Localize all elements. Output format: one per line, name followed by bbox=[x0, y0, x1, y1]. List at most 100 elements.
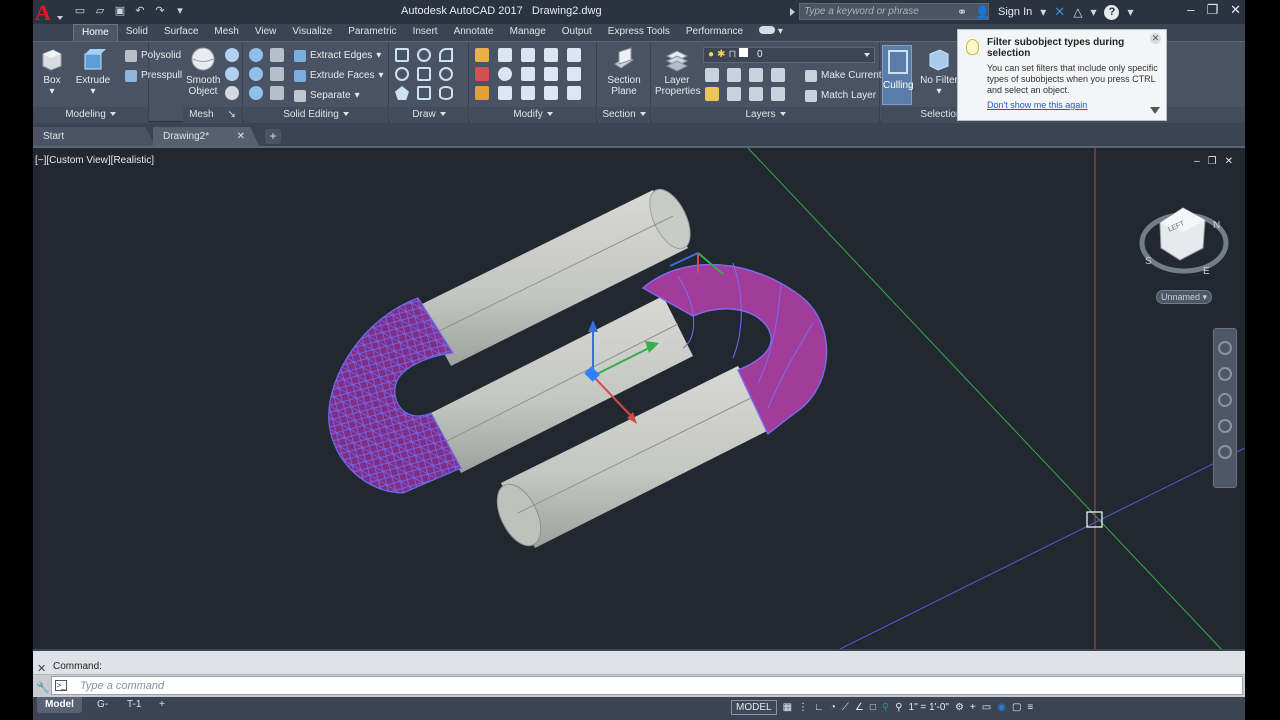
intersect-icon[interactable] bbox=[249, 86, 263, 100]
line-icon[interactable] bbox=[395, 48, 409, 62]
dont-show-again-link[interactable]: Don't show me this again bbox=[987, 100, 1158, 110]
3d-rotate-icon[interactable] bbox=[521, 48, 535, 62]
new-tab-button[interactable]: + bbox=[265, 129, 281, 144]
layer-unlock-icon[interactable] bbox=[771, 87, 785, 101]
no-filter-button[interactable]: No Filter ▾ bbox=[919, 46, 959, 97]
layer-properties-button[interactable]: Layer Properties bbox=[655, 46, 701, 97]
mirror-icon[interactable] bbox=[544, 48, 558, 62]
grid-icon[interactable]: ▦ bbox=[783, 702, 792, 713]
xline-icon[interactable] bbox=[417, 67, 431, 81]
clean-screen-icon[interactable]: ▢ bbox=[1012, 702, 1021, 713]
restore-icon[interactable]: ❐ bbox=[1206, 2, 1218, 18]
object-snap-tracking-icon[interactable]: ∠ bbox=[855, 702, 864, 713]
user-icon[interactable]: 👤 bbox=[975, 5, 990, 19]
tab-annotate[interactable]: Annotate bbox=[446, 24, 502, 41]
sign-in-button[interactable]: Sign In bbox=[998, 6, 1032, 18]
isodraft-icon[interactable]: ⟋ bbox=[842, 702, 849, 713]
save-icon[interactable]: ▣ bbox=[113, 4, 127, 18]
mesh-smooth-more-icon[interactable] bbox=[225, 48, 239, 62]
snap-icon[interactable]: ⋮ bbox=[798, 702, 808, 713]
modeling-panel-title[interactable]: Modeling bbox=[33, 107, 148, 123]
new-layout-button[interactable]: + bbox=[151, 697, 173, 713]
tab-performance[interactable]: Performance bbox=[678, 24, 751, 41]
mesh-smooth-less-icon[interactable] bbox=[225, 67, 239, 81]
layer-dropdown[interactable]: ● ✱ ⊓ 0 bbox=[703, 47, 875, 63]
subtract-icon[interactable] bbox=[249, 67, 263, 81]
align-icon[interactable] bbox=[475, 86, 489, 100]
layer-thaw-icon[interactable] bbox=[727, 87, 741, 101]
culling-button[interactable]: Culling bbox=[882, 45, 914, 105]
layer-off-icon[interactable] bbox=[749, 68, 763, 82]
signin-dropdown-icon[interactable]: ▾ bbox=[1040, 5, 1046, 19]
auto-scale-icon[interactable]: ⚲ bbox=[895, 702, 902, 713]
offset-icon[interactable] bbox=[521, 86, 535, 100]
circle-icon[interactable] bbox=[439, 67, 453, 81]
polygon-icon[interactable] bbox=[395, 86, 409, 100]
tab-model[interactable]: Model bbox=[37, 697, 82, 713]
union-icon[interactable] bbox=[249, 48, 263, 62]
join-icon[interactable] bbox=[544, 86, 558, 100]
extrude-faces-button[interactable]: Extrude Faces ▾ bbox=[294, 68, 384, 84]
ribbon-display-toggle[interactable]: ▾ bbox=[751, 24, 791, 41]
tab-parametric[interactable]: Parametric bbox=[340, 24, 404, 41]
wrench-icon[interactable]: 🔧 bbox=[36, 681, 50, 694]
fillet-icon[interactable] bbox=[567, 67, 581, 81]
binoculars-icon[interactable]: ⚭ bbox=[957, 5, 967, 19]
layer-isolate-icon[interactable] bbox=[705, 68, 719, 82]
close-icon[interactable]: ✕ bbox=[1150, 33, 1161, 44]
tab-insert[interactable]: Insert bbox=[405, 24, 446, 41]
search-expand-icon[interactable] bbox=[790, 8, 795, 16]
zoom-icon[interactable] bbox=[1218, 393, 1232, 407]
workspace-gear-icon[interactable]: ⚙ bbox=[955, 702, 964, 713]
undo-icon[interactable]: ↶ bbox=[133, 4, 147, 18]
new-file-icon[interactable]: ▭ bbox=[73, 4, 87, 18]
close-icon[interactable]: ✕ bbox=[37, 662, 46, 675]
solid-editing-panel-title[interactable]: Solid Editing bbox=[244, 107, 388, 123]
customization-menu-icon[interactable]: ≡ bbox=[1027, 702, 1033, 713]
mesh-refine-icon[interactable] bbox=[225, 86, 239, 100]
polar-icon[interactable]: ◔ bbox=[830, 702, 836, 713]
box-button[interactable]: Box ▾ bbox=[38, 46, 66, 97]
tab-mesh[interactable]: Mesh bbox=[206, 24, 246, 41]
extrude-button[interactable]: Extrude ▾ bbox=[73, 46, 113, 97]
model-viewport[interactable]: S E N LEFT [−][Custom View][Realistic] –… bbox=[33, 146, 1245, 649]
exchange-apps-icon[interactable]: ✕ bbox=[1054, 4, 1065, 20]
showmotion-icon[interactable] bbox=[1218, 445, 1232, 459]
compass-n-label[interactable]: N bbox=[1213, 220, 1220, 231]
viewport-controls-label[interactable]: [−][Custom View][Realistic] bbox=[35, 155, 154, 166]
steering-wheel-icon[interactable] bbox=[1218, 341, 1232, 355]
array-icon[interactable] bbox=[498, 86, 512, 100]
tab-output[interactable]: Output bbox=[554, 24, 600, 41]
ortho-icon[interactable]: ∟ bbox=[814, 702, 824, 713]
polyline-icon[interactable] bbox=[417, 48, 431, 62]
model-space-button[interactable]: MODEL bbox=[731, 699, 777, 715]
open-file-icon[interactable]: ▱ bbox=[93, 4, 107, 18]
arc-icon[interactable] bbox=[439, 48, 453, 62]
stay-connected-dropdown-icon[interactable]: ▾ bbox=[1090, 5, 1096, 19]
close-icon[interactable]: ✕ bbox=[1230, 2, 1241, 18]
presspull-button[interactable]: Presspull bbox=[125, 68, 182, 84]
layer-lock-icon[interactable] bbox=[771, 68, 785, 82]
explode-icon[interactable] bbox=[567, 86, 581, 100]
smooth-object-button[interactable]: Smooth Object bbox=[186, 46, 220, 97]
spline-icon[interactable] bbox=[395, 67, 409, 81]
viewport-restore-icon[interactable]: ❐ bbox=[1208, 156, 1217, 167]
tab-home[interactable]: Home bbox=[73, 24, 118, 41]
tab-surface[interactable]: Surface bbox=[156, 24, 206, 41]
draw-panel-title[interactable]: Draw bbox=[390, 107, 468, 123]
layer-on-icon[interactable] bbox=[749, 87, 763, 101]
expand-tooltip-icon[interactable] bbox=[1150, 107, 1160, 114]
ucs-menu[interactable]: Unnamed ▾ bbox=[1156, 290, 1212, 304]
separate-button[interactable]: Separate ▾ bbox=[294, 88, 360, 104]
erase-icon[interactable] bbox=[475, 67, 489, 81]
units-icon[interactable]: ▭ bbox=[982, 702, 991, 713]
viewport-minimize-icon[interactable]: – bbox=[1194, 156, 1200, 167]
move-icon[interactable] bbox=[475, 48, 489, 62]
annotation-scale[interactable]: 1" = 1'-0" bbox=[909, 702, 949, 713]
orbit-icon[interactable] bbox=[1218, 419, 1232, 433]
pan-icon[interactable] bbox=[1218, 367, 1232, 381]
command-input[interactable] bbox=[80, 678, 1230, 694]
help-icon[interactable]: ? bbox=[1104, 4, 1120, 20]
customize-qat-icon[interactable]: ▾ bbox=[173, 4, 187, 18]
close-icon[interactable]: ✕ bbox=[237, 127, 245, 146]
